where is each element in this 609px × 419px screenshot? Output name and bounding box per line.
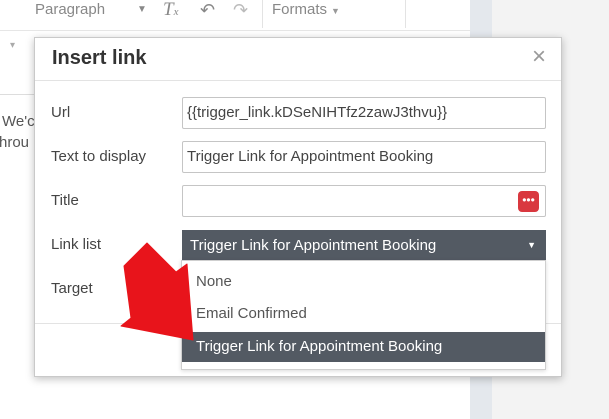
formats-dropdown[interactable]: Formats ▼	[272, 0, 340, 24]
text-to-display-input[interactable]	[187, 143, 510, 171]
title-label: Title	[51, 192, 79, 209]
chevron-down-icon: ▼	[527, 240, 536, 250]
text-to-display-field[interactable]	[182, 141, 546, 173]
close-icon[interactable]: ×	[529, 45, 549, 69]
dialog-header: Insert link ×	[35, 38, 561, 81]
clear-formatting-icon[interactable]: Tx	[163, 0, 178, 24]
paragraph-caret-icon[interactable]: ▼	[137, 0, 147, 24]
dialog-title: Insert link	[52, 47, 147, 69]
menu-item-trigger-link[interactable]: Trigger Link for Appointment Booking	[182, 332, 545, 362]
link-list-selected-value: Trigger Link for Appointment Booking	[190, 237, 437, 254]
editor-text-line: hrou	[0, 134, 30, 151]
menu-item-email-confirmed[interactable]: Email Confirmed	[182, 299, 545, 329]
redo-icon[interactable]: ↷	[233, 0, 248, 24]
title-input[interactable]	[187, 187, 510, 215]
browse-links-icon[interactable]: •••	[518, 191, 539, 212]
undo-icon[interactable]: ↶	[200, 0, 215, 24]
toolbar-divider	[262, 0, 263, 28]
formats-caret-icon: ▼	[331, 6, 340, 16]
toolbar-divider	[405, 0, 406, 28]
link-list-select[interactable]: Trigger Link for Appointment Booking ▼	[182, 230, 546, 261]
link-list-label: Link list	[51, 236, 102, 253]
title-field[interactable]: •••	[182, 185, 546, 217]
target-label: Target	[51, 280, 93, 297]
paragraph-label: Paragraph	[35, 1, 106, 18]
link-list-menu: None Email Confirmed Trigger Link for Ap…	[181, 260, 546, 370]
text-to-display-label: Text to display	[51, 148, 147, 165]
editor-toolbar: Paragraph ▼ Tx ↶ ↷ Formats ▼	[0, 0, 470, 31]
toolbar-overflow-icon: ▾	[10, 40, 16, 51]
formats-label: Formats	[272, 1, 328, 18]
paragraph-dropdown[interactable]: Paragraph	[35, 0, 105, 24]
url-input[interactable]	[187, 99, 510, 127]
editor-text-line: We'c	[2, 113, 35, 130]
url-label: Url	[51, 104, 71, 121]
menu-item-none[interactable]: None	[182, 267, 545, 297]
url-field[interactable]	[182, 97, 546, 129]
